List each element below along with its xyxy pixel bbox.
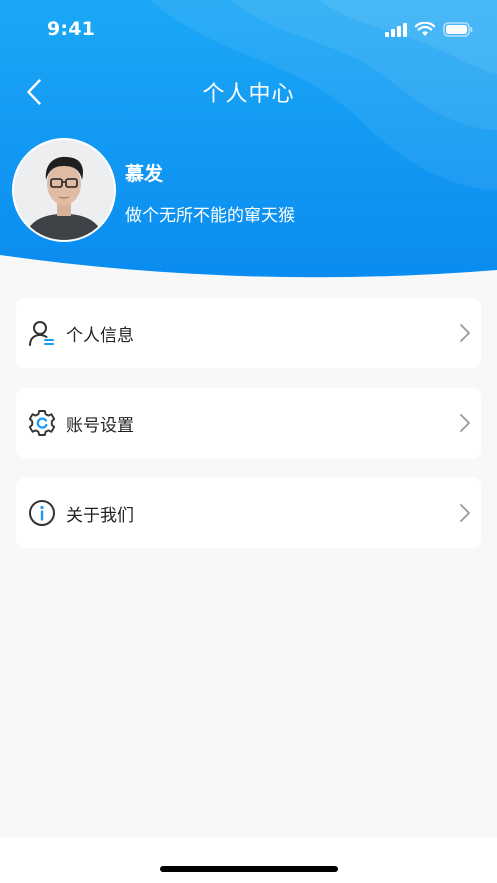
- bottom-safe-area: [0, 837, 497, 883]
- status-time: 9:41: [47, 18, 96, 40]
- chevron-right-icon: [460, 414, 470, 432]
- avatar-photo-icon: [14, 140, 114, 240]
- menu-item-label: 关于我们: [66, 506, 134, 526]
- avatar[interactable]: [14, 140, 114, 240]
- cellular-signal-icon: [385, 22, 407, 37]
- settings-gear-icon: [28, 410, 56, 436]
- menu-item-account-settings[interactable]: 账号设置: [16, 388, 481, 458]
- info-circle-icon: [29, 500, 55, 526]
- menu-item-label: 个人信息: [66, 326, 134, 346]
- menu-item-label: 账号设置: [66, 416, 134, 436]
- user-bio: 做个无所不能的窜天猴: [125, 206, 295, 226]
- status-icons: [385, 22, 473, 37]
- wifi-icon: [415, 22, 435, 36]
- home-indicator[interactable]: [160, 866, 338, 872]
- status-bar: 9:41: [0, 0, 497, 62]
- user-name: 慕发: [125, 163, 164, 185]
- menu-item-about-us[interactable]: 关于我们: [16, 478, 481, 548]
- user-info-icon: [29, 321, 54, 346]
- navigation-bar: 个人中心: [0, 70, 497, 114]
- header: 9:41 个人中心 慕发 做个无所不能的窜天猴: [0, 0, 497, 280]
- chevron-right-icon: [460, 504, 470, 522]
- battery-icon: [443, 22, 473, 37]
- menu-item-personal-info[interactable]: 个人信息: [16, 298, 481, 368]
- page-title: 个人中心: [202, 82, 295, 107]
- chevron-right-icon: [460, 324, 470, 342]
